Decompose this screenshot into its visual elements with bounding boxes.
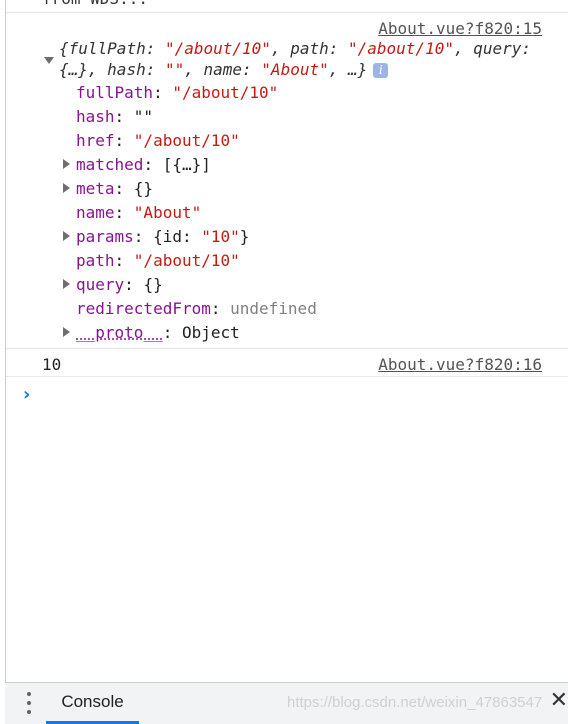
property-key: matched [76,155,144,174]
property-row[interactable]: matched: [{…}] [76,154,211,175]
summary-token: , [87,60,108,79]
property-row: href: "/about/10" [76,131,240,150]
info-icon[interactable]: i [373,63,389,78]
expand-triangle-icon[interactable] [63,159,70,169]
property-value: Object [181,323,240,342]
property-key: hash [76,107,115,126]
property-row: hash: "" [76,107,154,126]
truncated-message: from WDS... [42,0,148,8]
property-key: fullPath [76,83,154,102]
property-row: name: "About" [76,203,202,222]
property-value: undefined [230,299,317,318]
property-key: path [76,251,115,270]
summary-token: : [328,39,348,58]
divider [6,12,568,13]
summary-token: "About" [261,60,329,79]
property-row: fullPath: "/about/10" [76,83,279,102]
summary-token: fullPath [68,39,146,58]
summary-token: "/about/10" [164,39,271,58]
property-value: "/about/10" [133,131,240,150]
console-prompt-icon[interactable]: › [23,384,30,405]
tab-console[interactable]: Console [46,683,139,724]
property-key: params [76,227,134,246]
kebab-menu-icon[interactable] [27,692,31,714]
expand-triangle-icon[interactable] [63,279,70,289]
summary-token: query [473,39,522,58]
source-link[interactable]: About.vue?f820:16 [378,355,542,374]
log-value: 10 [42,355,62,374]
summary-token: : [242,60,262,79]
summary-token: name [203,60,243,79]
object-summary-line2[interactable]: {…}, hash: "", name: "About", …} i [59,59,389,80]
property-row: redirectedFrom: undefined [76,299,317,318]
property-value: "/about/10" [133,251,240,270]
property-value: } [239,227,250,246]
property-row[interactable]: __proto__: Object [76,322,240,343]
divider [6,348,568,349]
expand-triangle-icon[interactable] [63,231,70,241]
drawer-toolbar: Console https://blog.csdn.net/weixin_478… [5,682,568,724]
summary-token: hash [107,60,146,79]
property-row[interactable]: meta: {} [76,178,153,199]
property-key: name [76,203,115,222]
property-key: href [76,131,115,150]
property-value: "/about/10" [172,83,279,102]
property-key: redirectedFrom [76,299,211,318]
summary-token: {…} [59,60,88,79]
divider [6,376,568,377]
summary-token: : [521,39,532,58]
property-value: [{…}] [162,155,211,174]
property-value: {} [143,275,163,294]
summary-token: "" [164,60,185,79]
property-row: path: "/about/10" [76,251,240,270]
close-icon[interactable]: ✕ [550,688,568,713]
expand-triangle-icon[interactable] [63,327,70,337]
expand-triangle-icon[interactable] [63,183,70,193]
property-value: "10" [201,227,240,246]
summary-token: : [145,39,165,58]
property-key: __proto__ [76,323,163,342]
summary-token: , [270,39,291,58]
property-value: {} [133,179,154,198]
property-row[interactable]: query: {} [76,274,163,295]
property-value: {id: [153,227,202,246]
object-summary-line1[interactable]: {fullPath: "/about/10", path: "/about/10… [59,38,531,59]
summary-token: , [453,39,474,58]
summary-token: , [184,60,204,79]
property-value: "About" [133,203,202,222]
property-key: meta [76,179,115,198]
console-panel: from WDS... About.vue?f820:15 {fullPath:… [5,0,568,682]
property-key: query [76,275,125,294]
property-row[interactable]: params: {id: "10"} [76,226,249,247]
summary-token: , …} [328,60,368,79]
summary-token: { [59,39,69,58]
watermark-text: https://blog.csdn.net/weixin_47863547 [287,694,543,711]
summary-token: "/about/10" [348,39,454,58]
summary-token: : [145,60,165,79]
summary-token: path [290,39,329,58]
collapse-triangle-icon[interactable] [44,57,54,64]
source-link[interactable]: About.vue?f820:15 [378,19,542,38]
property-value: "" [133,107,154,126]
